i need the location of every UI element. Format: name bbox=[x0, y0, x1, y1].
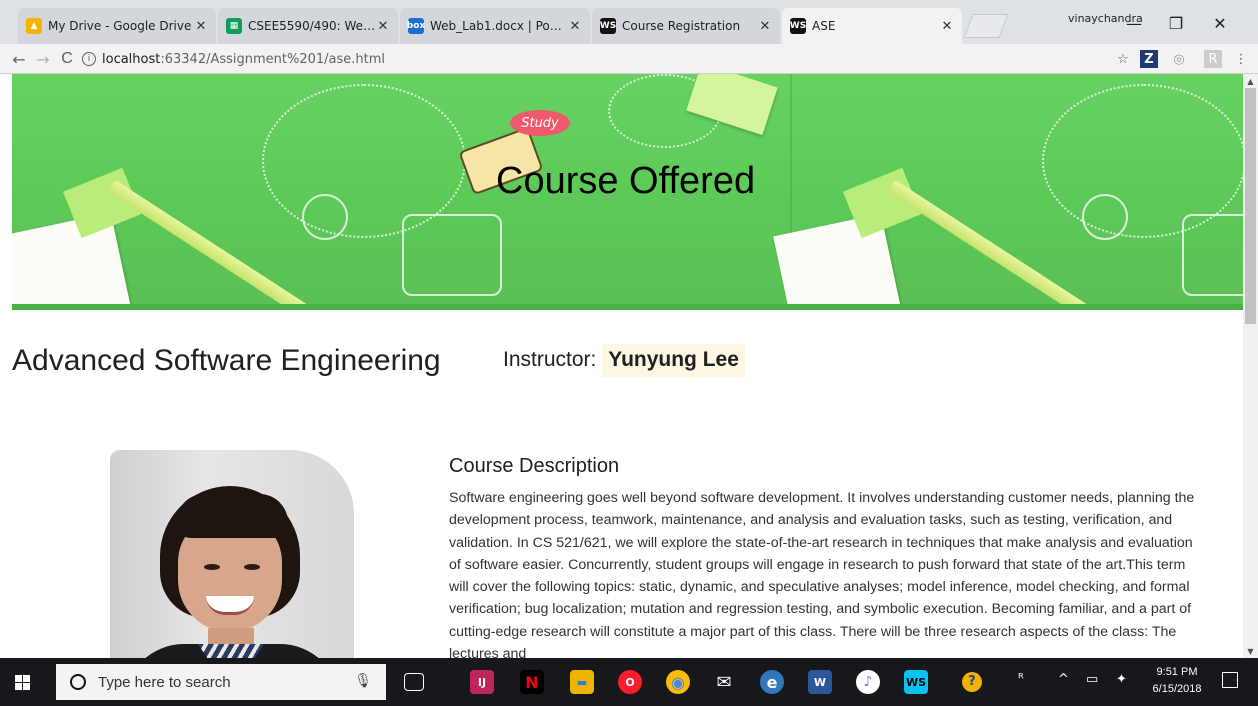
banner-image: Study Course Offered bbox=[12, 74, 1243, 310]
instructor-label: Instructor: bbox=[503, 348, 597, 371]
webstorm-icon[interactable]: WS bbox=[904, 670, 928, 694]
tab-title: CSEE5590/490: Web/Clou bbox=[248, 19, 376, 33]
tab-csee5590[interactable]: ▦ CSEE5590/490: Web/Clou ✕ bbox=[218, 8, 398, 44]
browser-tab-strip: ▲ My Drive - Google Drive ✕ ▦ CSEE5590/4… bbox=[0, 0, 1258, 44]
photo-bangs bbox=[176, 494, 288, 538]
study-sticker: Study bbox=[510, 110, 570, 136]
tab-course-registration[interactable]: WS Course Registration ✕ bbox=[592, 8, 780, 44]
close-tab-icon[interactable]: ✕ bbox=[194, 19, 208, 34]
opera-icon[interactable]: O bbox=[618, 670, 642, 694]
task-view-icon[interactable] bbox=[404, 673, 424, 691]
windows-logo-icon bbox=[14, 674, 30, 690]
file-explorer-icon[interactable]: ▬ bbox=[570, 670, 594, 694]
browser-toolbar: ← → C i localhost:63342/Assignment%201/a… bbox=[0, 44, 1258, 74]
girl-doodle bbox=[302, 194, 348, 240]
forward-icon[interactable]: → bbox=[32, 48, 54, 70]
clock-date: 6/15/2018 bbox=[1152, 683, 1202, 695]
close-tab-icon[interactable]: ✕ bbox=[758, 19, 772, 34]
instructor-name: Yunyung Lee bbox=[602, 344, 745, 377]
camera-doodle bbox=[402, 214, 502, 296]
box-icon: box bbox=[407, 18, 425, 34]
back-icon[interactable]: ← bbox=[8, 48, 30, 70]
search-placeholder: Type here to search bbox=[98, 673, 231, 691]
netflix-icon[interactable]: N bbox=[520, 670, 544, 694]
scroll-down-icon[interactable]: ▼ bbox=[1243, 644, 1258, 658]
scroll-thumb[interactable] bbox=[1245, 88, 1256, 324]
help-icon[interactable]: ? bbox=[962, 672, 982, 692]
banner-title: Course Offered bbox=[496, 160, 756, 202]
zotero-icon[interactable]: Z bbox=[1140, 50, 1158, 68]
reload-icon[interactable]: C bbox=[56, 48, 78, 70]
close-tab-icon[interactable]: ✕ bbox=[376, 19, 390, 34]
course-title: Advanced Software Engineering bbox=[12, 344, 441, 377]
site-info-icon[interactable]: i bbox=[82, 52, 96, 66]
camera-doodle bbox=[1182, 214, 1243, 296]
scroll-up-icon[interactable]: ▲ bbox=[1243, 74, 1258, 88]
notification-icon[interactable] bbox=[1222, 672, 1238, 688]
page-viewport: Study Course Offered Advanced Software E… bbox=[0, 74, 1243, 658]
chrome-icon[interactable]: ◉ bbox=[666, 670, 690, 694]
mail-icon[interactable]: ✉ bbox=[712, 670, 736, 694]
word-icon[interactable]: W bbox=[808, 670, 832, 694]
tab-web-lab1[interactable]: box Web_Lab1.docx | Powere ✕ bbox=[400, 8, 590, 44]
close-window-icon[interactable]: ✕ bbox=[1200, 8, 1240, 38]
description-heading: Course Description bbox=[449, 455, 620, 477]
address-bar[interactable]: i localhost:63342/Assignment%201/ase.htm… bbox=[82, 48, 1102, 70]
description-text: Software engineering goes well beyond so… bbox=[449, 490, 1195, 658]
tab-title: Course Registration bbox=[622, 19, 741, 33]
circle-extension-icon[interactable]: ◎ bbox=[1170, 50, 1188, 68]
cortana-icon bbox=[70, 674, 86, 690]
banner-base bbox=[12, 304, 1243, 310]
star-icon[interactable]: ☆ bbox=[1114, 50, 1132, 68]
tab-title: Web_Lab1.docx | Powere bbox=[430, 19, 568, 33]
intellij-icon[interactable]: IJ bbox=[470, 670, 494, 694]
windows-taskbar: Type here to search 🎙 IJ N ▬ O ◉ ✉ e W ♪… bbox=[0, 658, 1258, 706]
people-icon[interactable]: ᴿ bbox=[1018, 672, 1024, 687]
photo-eye bbox=[204, 564, 220, 570]
page-scrollbar[interactable]: ▲ ▼ bbox=[1243, 74, 1258, 658]
instructor-photo bbox=[110, 450, 354, 658]
r-extension-icon[interactable]: R bbox=[1204, 50, 1222, 68]
chevron-up-icon[interactable]: ^ bbox=[1058, 672, 1069, 687]
webstorm-icon: WS bbox=[600, 18, 616, 34]
tab-title: My Drive - Google Drive bbox=[48, 19, 192, 33]
edge-icon[interactable]: e bbox=[760, 670, 784, 694]
girl-doodle bbox=[1082, 194, 1128, 240]
webstorm-icon: WS bbox=[790, 18, 806, 34]
sheets-icon: ▦ bbox=[226, 18, 242, 34]
battery-icon[interactable]: ▭ bbox=[1086, 672, 1098, 687]
taskbar-clock[interactable]: 9:51 PM 6/15/2018 bbox=[1146, 664, 1208, 698]
itunes-icon[interactable]: ♪ bbox=[856, 670, 880, 694]
maximize-icon[interactable]: ❐ bbox=[1156, 8, 1196, 38]
paper-decoration bbox=[12, 212, 131, 310]
url-host: localhost bbox=[102, 51, 161, 67]
taskbar-search[interactable]: Type here to search 🎙 bbox=[56, 664, 386, 700]
microphone-icon[interactable]: 🎙 bbox=[354, 672, 372, 689]
google-drive-icon: ▲ bbox=[26, 18, 42, 34]
instructor: Instructor: Yunyung Lee bbox=[503, 344, 745, 377]
tab-my-drive[interactable]: ▲ My Drive - Google Drive ✕ bbox=[18, 8, 216, 44]
tab-title: ASE bbox=[812, 19, 836, 33]
menu-icon[interactable]: ⋮ bbox=[1232, 50, 1250, 68]
url-path: :63342/Assignment%201/ase.html bbox=[160, 51, 386, 67]
photo-eye bbox=[244, 564, 260, 570]
close-tab-icon[interactable]: ✕ bbox=[568, 19, 582, 34]
new-tab-button[interactable] bbox=[963, 14, 1009, 38]
dropbox-icon[interactable]: ✦ bbox=[1116, 672, 1127, 687]
minimize-icon[interactable]: — bbox=[1114, 8, 1154, 38]
tab-ase[interactable]: WS ASE ✕ bbox=[782, 8, 962, 44]
photo-stripes bbox=[198, 644, 264, 658]
start-button[interactable] bbox=[0, 658, 44, 706]
clock-time: 9:51 PM bbox=[1156, 666, 1198, 678]
close-tab-icon[interactable]: ✕ bbox=[940, 19, 954, 34]
